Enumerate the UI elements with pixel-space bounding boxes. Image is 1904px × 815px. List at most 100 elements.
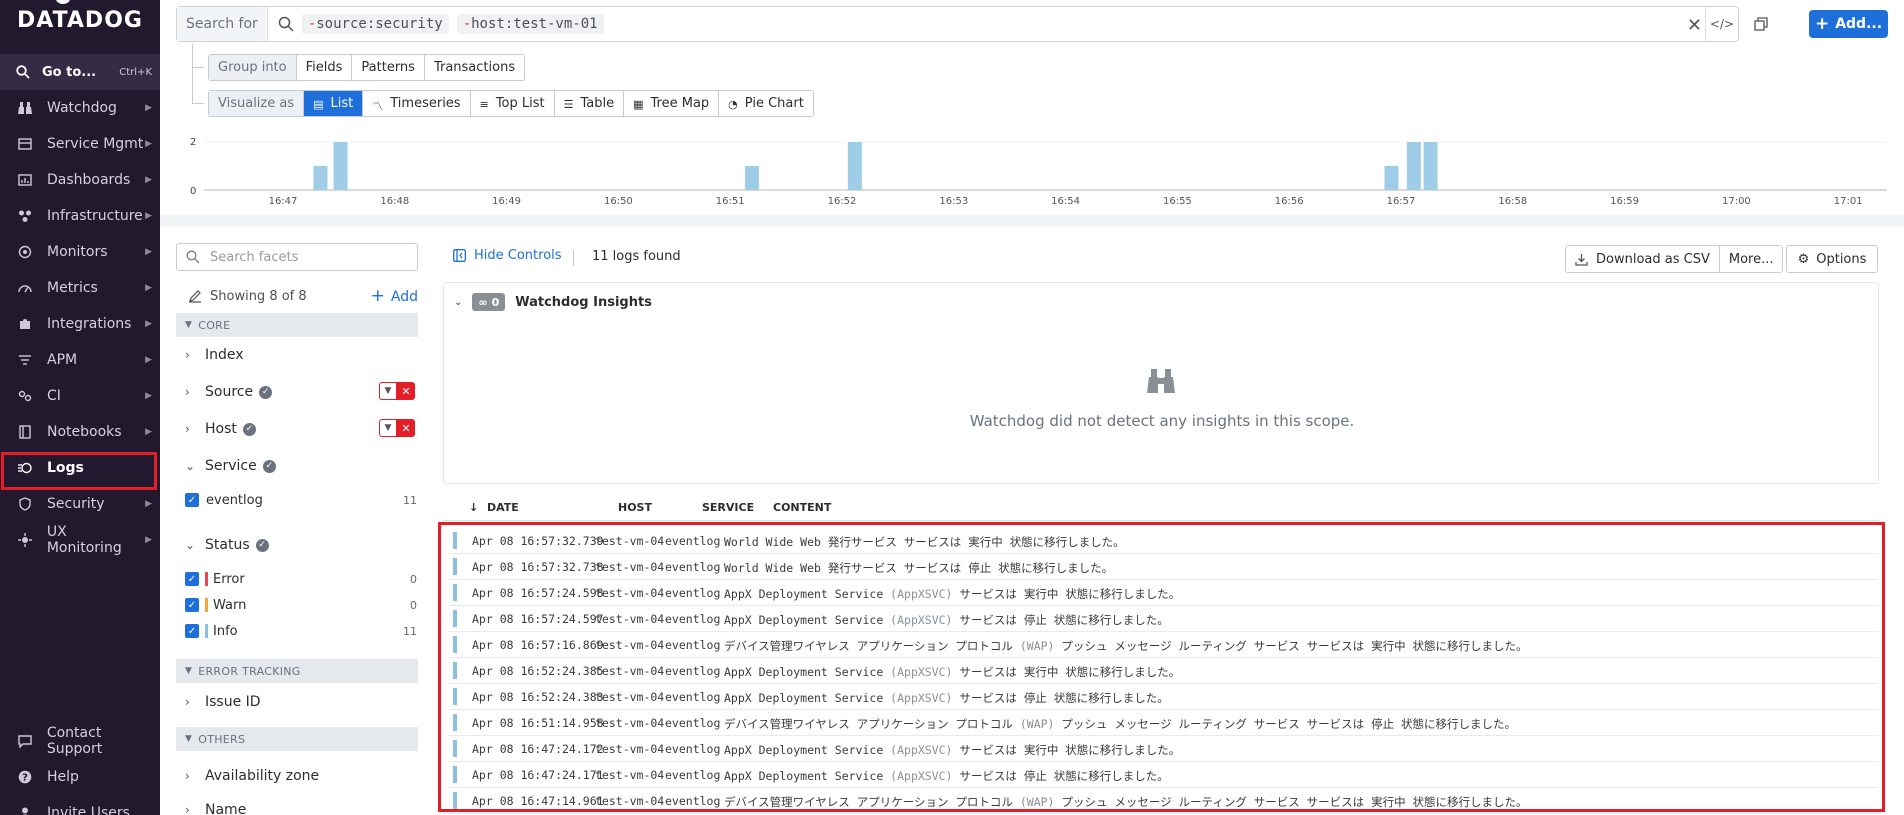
download-csv-button[interactable]: Download as CSV — [1566, 246, 1720, 272]
column-date[interactable]: DATE — [487, 501, 519, 514]
sidebar-item-apm[interactable]: APM ▶ — [0, 342, 160, 378]
sidebar-item-invite-users[interactable]: Invite Users — [0, 795, 160, 815]
facet-service[interactable]: ⌄ Service ✓ — [185, 456, 415, 476]
sidebar-item-logs[interactable]: Logs — [0, 450, 160, 490]
log-row[interactable]: Apr 08 16:57:32.738 test-vm-04 eventlog Wor… — [448, 554, 1878, 580]
log-row[interactable]: Apr 08 16:57:16.869 test-vm-04 eventlog デバイ… — [448, 632, 1878, 658]
dog-logo-icon — [56, 0, 70, 4]
options-button[interactable]: ⚙ Options — [1786, 245, 1878, 273]
filter-icon[interactable]: ▼ — [379, 419, 397, 437]
add-facet-button[interactable]: + Add — [371, 286, 418, 306]
sidebar-item-notebooks[interactable]: Notebooks ▶ — [0, 414, 160, 450]
datadog-logo[interactable]: DATADOG — [0, 0, 160, 54]
sidebar-item-infrastructure[interactable]: Infrastructure ▶ — [0, 198, 160, 234]
pencil-icon[interactable] — [188, 289, 202, 303]
histogram-bar[interactable] — [313, 166, 328, 190]
log-row[interactable]: Apr 08 16:51:14.958 test-vm-04 eventlog デバイ… — [448, 710, 1878, 736]
checkbox-checked-icon[interactable]: ✓ — [185, 572, 199, 586]
checkbox-checked-icon[interactable]: ✓ — [185, 624, 199, 638]
sidebar-item-dashboards[interactable]: Dashboards ▶ — [0, 162, 160, 198]
facet-value-eventlog[interactable]: ✓ eventlog 11 — [185, 490, 417, 510]
code-view-icon[interactable]: </> — [1705, 7, 1738, 41]
facet-source-label: Source — [205, 384, 254, 400]
facet-issue-id[interactable]: › Issue ID — [185, 692, 415, 712]
section-error-tracking[interactable]: ▼ ERROR TRACKING — [176, 659, 418, 683]
x-tick-label: 16:56 — [1274, 196, 1304, 207]
log-row[interactable]: Apr 08 16:57:24.597 test-vm-04 eventlog App… — [448, 606, 1878, 632]
goto-button[interactable]: Go to... Ctrl+K — [0, 54, 160, 90]
sidebar-item-service-mgmt[interactable]: Service Mgmt ▶ — [0, 126, 160, 162]
clear-search-icon[interactable]: ✕ — [1687, 15, 1702, 36]
group-option-fields[interactable]: Fields — [297, 55, 353, 80]
log-row[interactable]: Apr 08 16:57:24.598 test-vm-04 eventlog App… — [448, 580, 1878, 606]
search-chip[interactable]: -source:security — [301, 14, 449, 34]
log-content-dim: (WAP) — [1019, 717, 1055, 731]
monitor-icon — [17, 244, 33, 260]
group-option-patterns[interactable]: Patterns — [352, 55, 425, 80]
log-content: デバイス管理ワイヤレス アプリケーション プロトコル (WAP) プッシュ メッ… — [724, 638, 1528, 654]
checkbox-checked-icon[interactable]: ✓ — [185, 493, 199, 507]
facet-value-warn[interactable]: ✓ Warn 0 — [185, 595, 417, 615]
facet-index[interactable]: › Index — [185, 345, 415, 365]
column-content[interactable]: CONTENT — [773, 501, 831, 514]
histogram-bar[interactable] — [1384, 166, 1399, 190]
facet-value-count: 0 — [410, 598, 417, 612]
column-service[interactable]: SERVICE — [702, 501, 754, 514]
add-button[interactable]: + Add... — [1809, 10, 1888, 38]
group-option-transactions[interactable]: Transactions — [425, 55, 524, 80]
log-service: eventlog — [665, 690, 721, 704]
hide-controls-button[interactable]: Hide Controls — [453, 248, 562, 263]
visualize-option-top-list[interactable]: ≡ Top List — [471, 91, 555, 116]
search-chip[interactable]: -host:test-vm-01 — [456, 14, 604, 34]
facet-source[interactable]: › Source ✓ ▼ ✕ — [185, 382, 415, 402]
log-row[interactable]: Apr 08 16:52:24.383 test-vm-04 eventlog App… — [448, 684, 1878, 710]
histogram-bar[interactable] — [1406, 142, 1421, 190]
search-bar[interactable]: Search for -source:security -host:test-vm… — [176, 6, 1739, 42]
filter-icon[interactable]: ▼ — [379, 382, 397, 400]
visualize-option-timeseries[interactable]: 〽 Timeseries — [363, 91, 471, 116]
section-others[interactable]: ▼ OTHERS — [176, 727, 418, 751]
histogram-bar[interactable] — [333, 142, 348, 190]
visualize-option-tree-map[interactable]: ▦ Tree Map — [624, 91, 720, 116]
log-row[interactable]: Apr 08 16:47:24.172 test-vm-04 eventlog App… — [448, 736, 1878, 762]
histogram-bar[interactable] — [847, 142, 862, 190]
search-icon — [16, 65, 30, 79]
sidebar-item-ci[interactable]: CI ▶ — [0, 378, 160, 414]
facet-search-input[interactable]: Search facets — [176, 243, 418, 271]
log-histogram[interactable]: 20 16:47 16:48 16:49 16:50 16:51 16:52 16:53 16… — [190, 128, 1890, 208]
sidebar-item-ux-monitoring[interactable]: UX Monitoring ▶ — [0, 522, 160, 558]
histogram-bar[interactable] — [744, 166, 759, 190]
log-host: test-vm-04 — [595, 586, 665, 600]
more-button[interactable]: More... — [1720, 246, 1783, 272]
log-row[interactable]: Apr 08 16:47:14.961 test-vm-04 eventlog デバイ… — [448, 788, 1878, 814]
facet-host[interactable]: › Host ✓ ▼ ✕ — [185, 419, 415, 439]
column-host[interactable]: HOST — [618, 501, 652, 514]
copy-icon[interactable] — [1747, 10, 1775, 38]
facet-status[interactable]: ⌄ Status ✓ — [185, 535, 415, 555]
histogram-bar[interactable] — [1423, 142, 1438, 190]
log-row[interactable]: Apr 08 16:57:32.739 test-vm-04 eventlog Wor… — [448, 528, 1878, 554]
log-row[interactable]: Apr 08 16:47:24.171 test-vm-04 eventlog App… — [448, 762, 1878, 788]
sidebar-item-security[interactable]: Security ▶ — [0, 486, 160, 522]
visualize-option-pie-chart[interactable]: ◔ Pie Chart — [719, 91, 813, 116]
clear-filter-icon[interactable]: ✕ — [397, 419, 415, 437]
clear-filter-icon[interactable]: ✕ — [397, 382, 415, 400]
facet-value-info[interactable]: ✓ Info 11 — [185, 621, 417, 641]
log-host: test-vm-04 — [595, 716, 665, 730]
facet-availability-zone[interactable]: › Availability zone — [185, 766, 415, 786]
sidebar-item-contact-support[interactable]: Contact Support — [0, 723, 160, 759]
sidebar-item-watchdog[interactable]: Watchdog ▶ — [0, 90, 160, 126]
visualize-option-table[interactable]: ☰ Table — [555, 91, 625, 116]
section-core[interactable]: ▼ CORE — [176, 313, 418, 337]
sidebar-item-integrations[interactable]: Integrations ▶ — [0, 306, 160, 342]
sidebar-item-metrics[interactable]: Metrics ▶ — [0, 270, 160, 306]
sidebar-item-help[interactable]: ? Help — [0, 759, 160, 795]
checkbox-checked-icon[interactable]: ✓ — [185, 598, 199, 612]
insights-header[interactable]: ⌄ ∞ 0 Watchdog Insights — [454, 293, 652, 311]
sidebar-item-monitors[interactable]: Monitors ▶ — [0, 234, 160, 270]
visualize-option-list[interactable]: ▤ List — [304, 91, 364, 116]
log-row[interactable]: Apr 08 16:52:24.385 test-vm-04 eventlog App… — [448, 658, 1878, 684]
sort-desc-icon[interactable]: ↓ — [469, 501, 478, 514]
facet-name[interactable]: › Name — [185, 800, 415, 815]
facet-value-error[interactable]: ✓ Error 0 — [185, 569, 417, 589]
